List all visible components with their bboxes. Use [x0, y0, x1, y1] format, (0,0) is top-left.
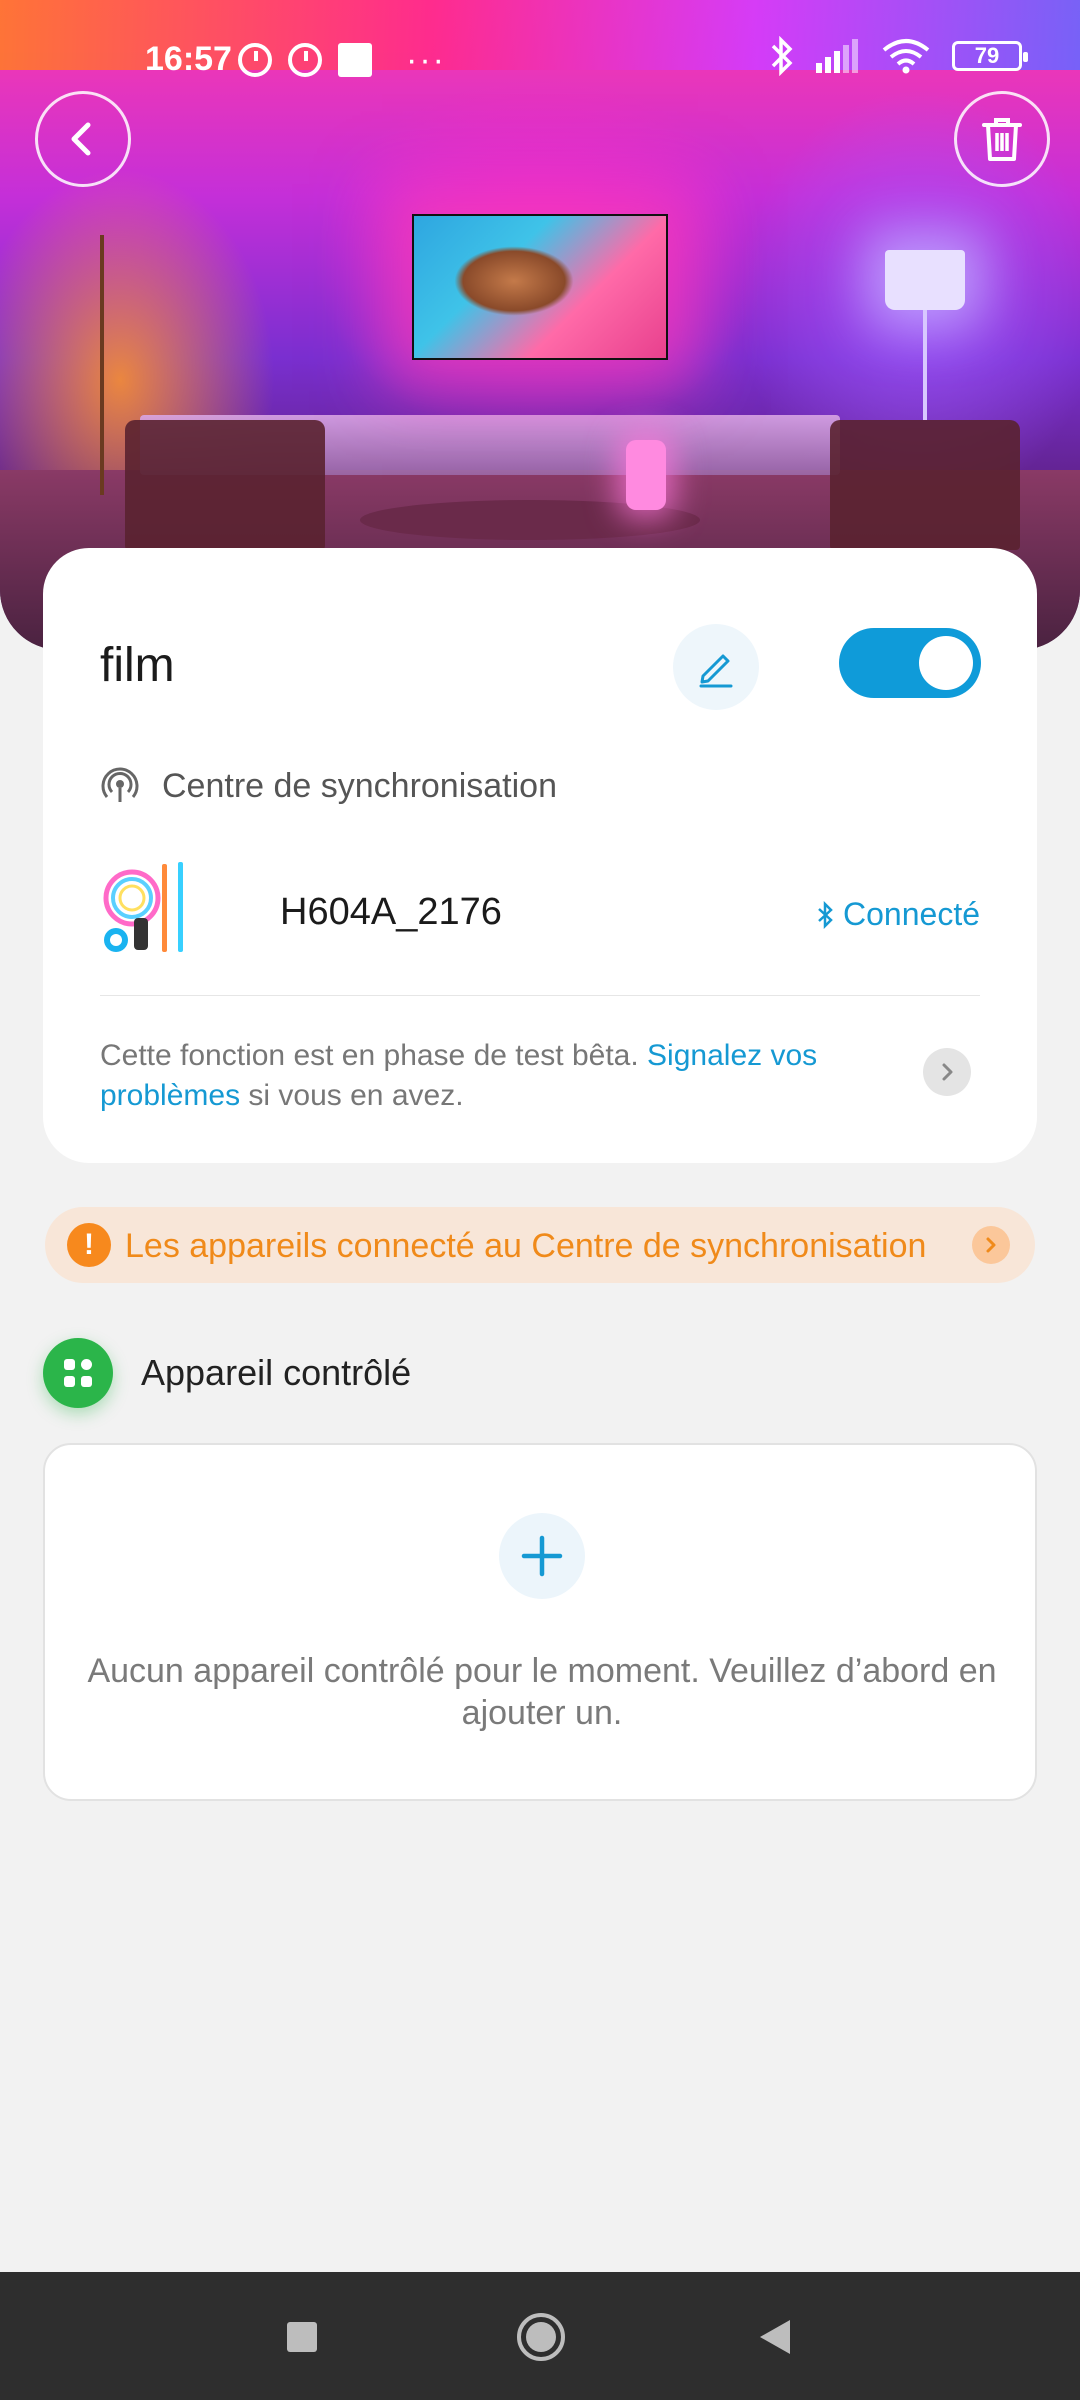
notification-square-icon — [338, 43, 372, 77]
status-bar: 16:57 ··· 79 — [0, 0, 1080, 120]
grid-icon — [43, 1338, 113, 1408]
warning-text: Les appareils connecté au Centre de sync… — [125, 1227, 927, 1265]
hero-floor-lamp — [100, 235, 104, 495]
controlled-devices-title: Appareil contrôlé — [141, 1352, 412, 1393]
trash-icon — [982, 118, 1022, 161]
device-name: H604A_2176 — [280, 891, 502, 933]
navigation-bar — [0, 2272, 1080, 2400]
hero-lamp-stand — [923, 310, 927, 420]
beta-notice-text-end: si vous en avez. — [248, 1079, 464, 1112]
device-status: Connecté — [817, 896, 980, 933]
notification-circle-icon — [288, 43, 322, 77]
hero-speaker-light — [626, 440, 666, 510]
broadcast-icon — [101, 767, 139, 802]
notification-circle-icon — [238, 43, 272, 77]
hero-table-lamp — [885, 250, 965, 310]
plus-icon — [521, 1535, 563, 1577]
add-device-button[interactable] — [499, 1513, 585, 1599]
scene-card: film Centre de synchronisation H604A_217… — [43, 548, 1037, 1163]
controlled-devices-header: Appareil contrôlé — [43, 1338, 411, 1408]
controlled-devices-card: Aucun appareil contrôlé pour le moment. … — [43, 1443, 1037, 1801]
empty-state-text: Aucun appareil contrôlé pour le moment. … — [87, 1652, 997, 1732]
hero-tv-picture — [454, 246, 574, 316]
notification-icons: ··· — [238, 43, 446, 77]
divider — [100, 995, 980, 996]
home-button[interactable] — [506, 2302, 576, 2372]
chevron-right-icon — [972, 1226, 1010, 1264]
back-button[interactable] — [35, 91, 131, 187]
exclamation-icon: ! — [67, 1223, 111, 1267]
bluetooth-icon — [771, 36, 793, 76]
edit-button[interactable] — [673, 624, 759, 710]
system-icons: 79 — [770, 36, 1028, 76]
device-thumbnail-icon — [103, 862, 183, 952]
battery-icon: 79 — [952, 41, 1028, 71]
pencil-icon — [699, 654, 733, 688]
chevron-left-icon — [71, 122, 91, 156]
bluetooth-icon — [818, 900, 833, 929]
toggle-knob — [919, 636, 973, 690]
hero-chair-right — [830, 420, 1020, 550]
beta-notice-text: Cette fonction est en phase de test bêta… — [100, 1039, 639, 1072]
hero-chair-left — [125, 420, 325, 550]
signal-icon — [816, 39, 858, 73]
sync-center-label: Centre de synchronisation — [162, 766, 558, 805]
square-icon — [287, 2322, 317, 2352]
beta-notice: Cette fonction est en phase de test bêta… — [100, 1036, 890, 1116]
triangle-back-icon — [760, 2320, 790, 2354]
beta-feedback-button[interactable] — [923, 1048, 971, 1096]
sync-center-row: Centre de synchronisation — [100, 766, 557, 806]
recent-apps-button[interactable] — [267, 2302, 337, 2372]
more-notifications-icon: ··· — [406, 41, 446, 79]
scene-toggle[interactable] — [839, 628, 981, 698]
status-time: 16:57 — [145, 40, 232, 78]
home-circle-icon — [517, 2313, 565, 2361]
chevron-right-icon — [942, 1063, 953, 1081]
system-back-button[interactable] — [740, 2302, 810, 2372]
delete-button[interactable] — [954, 91, 1050, 187]
device-status-label: Connecté — [843, 896, 980, 932]
wifi-icon — [882, 39, 930, 74]
scene-title: film — [100, 639, 175, 692]
hero-tv — [412, 214, 668, 360]
device-row[interactable]: H604A_2176 Connecté — [100, 858, 980, 968]
warning-banner[interactable]: ! Les appareils connecté au Centre de sy… — [45, 1207, 1035, 1283]
